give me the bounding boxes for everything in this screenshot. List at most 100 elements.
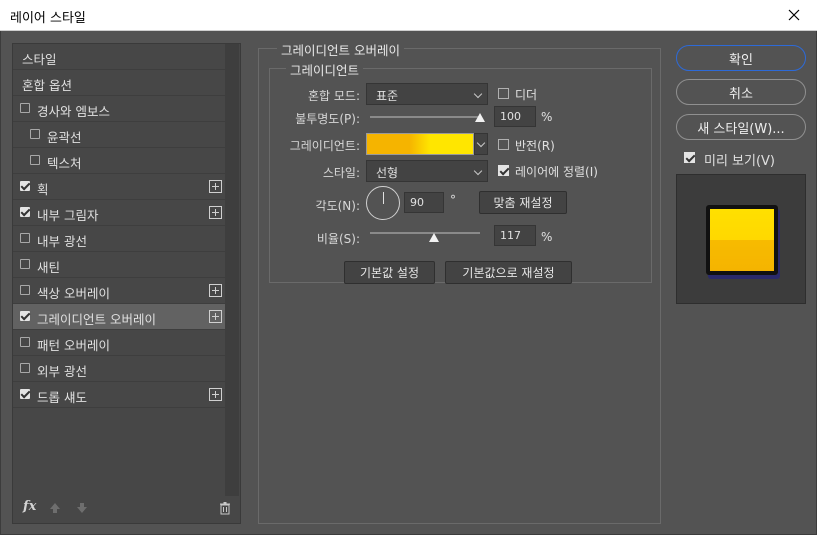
sidebar-item-label: 경사와 엠보스 [37,104,110,119]
sidebar-item-checkbox[interactable] [20,337,30,347]
add-effect-icon[interactable] [209,388,222,401]
sidebar-item-checkbox[interactable] [20,259,30,269]
add-effect-icon[interactable] [209,206,222,219]
sidebar-item[interactable]: 혼합 옵션 [13,70,225,96]
opacity-label: 불투명도(P): [295,112,360,126]
scale-input[interactable]: 117 [494,225,536,246]
add-effect-icon[interactable] [209,180,222,193]
subgroup-title: 그레이디언트 [286,60,364,79]
sidebar-item-label: 텍스처 [47,156,82,171]
sidebar-item-label: 패턴 오버레이 [37,338,110,353]
angle-dial[interactable] [366,186,400,220]
sidebar-item[interactable]: 텍스처 [13,148,225,174]
gradient-picker-chevron-icon[interactable] [474,133,488,155]
cancel-button[interactable]: 취소 [676,79,806,105]
scale-slider[interactable] [370,232,480,234]
sidebar-item-checkbox[interactable] [20,207,30,217]
sidebar-item-checkbox[interactable] [30,155,40,165]
sidebar-item-label: 윤곽선 [47,130,82,145]
opacity-slider-thumb[interactable] [475,113,485,122]
close-icon [788,9,800,21]
sidebar-item-label: 드롭 섀도 [37,390,87,405]
sidebar-item-checkbox[interactable] [20,311,30,321]
move-down-icon[interactable] [75,501,89,515]
style-preview [676,174,806,304]
sidebar-item-checkbox[interactable] [20,389,30,399]
reset-alignment-button[interactable]: 맞춤 재설정 [479,191,567,214]
sidebar-item-label: 혼합 옵션 [22,78,72,93]
blend-mode-value: 표준 [376,89,399,103]
chevron-down-icon [473,166,483,176]
reverse-label: 반전(R) [515,139,555,153]
make-default-button[interactable]: 기본값 설정 [344,261,435,284]
trash-icon[interactable] [218,501,232,515]
sidebar-item-label: 색상 오버레이 [37,286,110,301]
sidebar-item-label: 내부 그림자 [37,208,99,223]
angle-label: 각도(N): [315,199,360,213]
style-list: 스타일혼합 옵션경사와 엠보스윤곽선텍스처획내부 그림자내부 광선새틴색상 오버… [13,44,225,408]
blend-mode-label: 혼합 모드: [307,89,360,103]
sidebar-item-label: 외부 광선 [37,364,87,379]
gradient-style-value: 선형 [376,166,399,180]
angle-input[interactable]: 90 [404,192,444,213]
gradient-style-select[interactable]: 선형 [366,160,488,182]
sidebar-item-checkbox[interactable] [30,129,40,139]
gradient-swatch[interactable] [366,133,474,155]
sidebar-item[interactable]: 윤곽선 [13,122,225,148]
sidebar-item-label: 스타일 [22,52,57,67]
ok-button[interactable]: 확인 [676,45,806,71]
sidebar-item-label: 새틴 [37,260,61,275]
sidebar-item-checkbox[interactable] [20,181,30,191]
dither-checkbox[interactable] [498,88,509,99]
angle-unit: ° [450,193,456,207]
sidebar-item[interactable]: 획 [13,174,225,200]
sidebar-item[interactable]: 스타일 [13,44,225,70]
style-list-scrollbar[interactable] [225,44,239,496]
add-effect-icon[interactable] [209,284,222,297]
sidebar-item-checkbox[interactable] [20,233,30,243]
opacity-input[interactable]: 100 [494,106,536,127]
move-up-icon[interactable] [48,501,62,515]
sidebar-item[interactable]: 색상 오버레이 [13,278,225,304]
sidebar-item[interactable]: 패턴 오버레이 [13,330,225,356]
align-with-layer-label: 레이어에 정렬(I) [515,165,598,179]
align-with-layer-checkbox[interactable] [498,165,509,176]
fx-icon[interactable]: fx [23,499,36,514]
reset-to-default-button[interactable]: 기본값으로 재설정 [445,261,572,284]
sidebar-item-checkbox[interactable] [20,103,30,113]
sidebar-item-label: 그레이디언트 오버레이 [37,312,156,327]
preview-label: 미리 보기(V) [704,154,776,169]
add-effect-icon[interactable] [209,310,222,323]
sidebar-item[interactable]: 외부 광선 [13,356,225,382]
title-bar: 레이어 스타일 [0,0,817,31]
scale-label: 비율(S): [316,232,360,246]
group-title: 그레이디언트 오버레이 [277,40,404,59]
sidebar-item[interactable]: 내부 그림자 [13,200,225,226]
sidebar-item[interactable]: 그레이디언트 오버레이 [13,304,225,330]
scale-slider-thumb[interactable] [429,233,440,242]
close-button[interactable] [771,0,817,30]
sidebar-item-checkbox[interactable] [20,285,30,295]
sidebar-item[interactable]: 내부 광선 [13,226,225,252]
blend-mode-select[interactable]: 표준 [366,83,488,105]
chevron-down-icon [473,89,483,99]
gradient-label: 그레이디언트: [289,139,360,153]
style-list-toolbar: fx [13,495,240,523]
opacity-unit: % [541,110,553,124]
sidebar-item-label: 내부 광선 [37,234,87,249]
opacity-slider[interactable] [370,116,480,118]
sidebar-item-label: 획 [37,182,49,197]
dither-label: 디더 [515,88,538,102]
window-title: 레이어 스타일 [10,11,86,26]
sidebar-item-checkbox[interactable] [20,363,30,373]
sidebar-item[interactable]: 새틴 [13,252,225,278]
style-list-panel: 스타일혼합 옵션경사와 엠보스윤곽선텍스처획내부 그림자내부 광선새틴색상 오버… [12,43,241,524]
preview-swatch [706,205,778,275]
scale-unit: % [541,230,553,244]
preview-checkbox[interactable] [684,152,695,163]
reverse-checkbox[interactable] [498,139,509,150]
new-style-button[interactable]: 새 스타일(W)... [676,114,806,140]
sidebar-item[interactable]: 드롭 섀도 [13,382,225,408]
style-label: 스타일: [322,166,360,180]
sidebar-item[interactable]: 경사와 엠보스 [13,96,225,122]
